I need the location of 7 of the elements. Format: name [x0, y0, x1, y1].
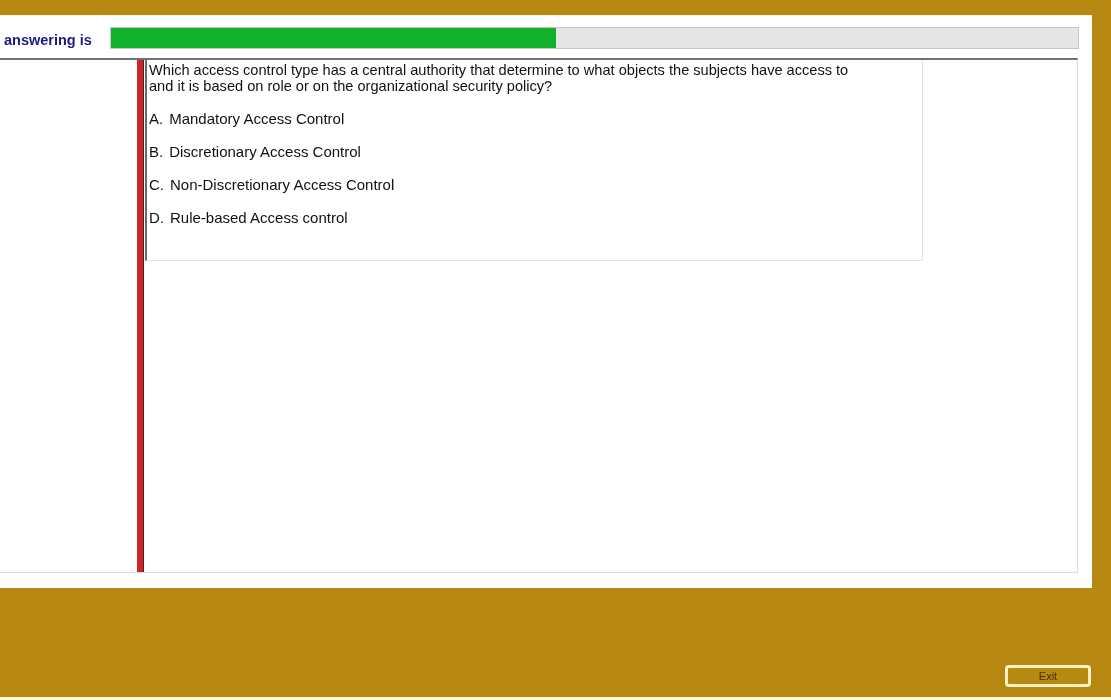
progress-label: answering is	[3, 30, 93, 48]
answer-option: A. Mandatory Access Control	[149, 111, 345, 127]
answer-option: C. Non-Discretionary Access Control	[149, 177, 395, 193]
answer-option: D. Rule-based Access control	[149, 210, 348, 226]
exit-button[interactable]: Exit	[1005, 665, 1091, 687]
answer-option: B. Discretionary Access Control	[149, 144, 361, 160]
question-text: Which access control type has a central authority that determine to what objects the subjects have access to and it is based on role or on the organizational security policy?	[149, 62, 850, 94]
